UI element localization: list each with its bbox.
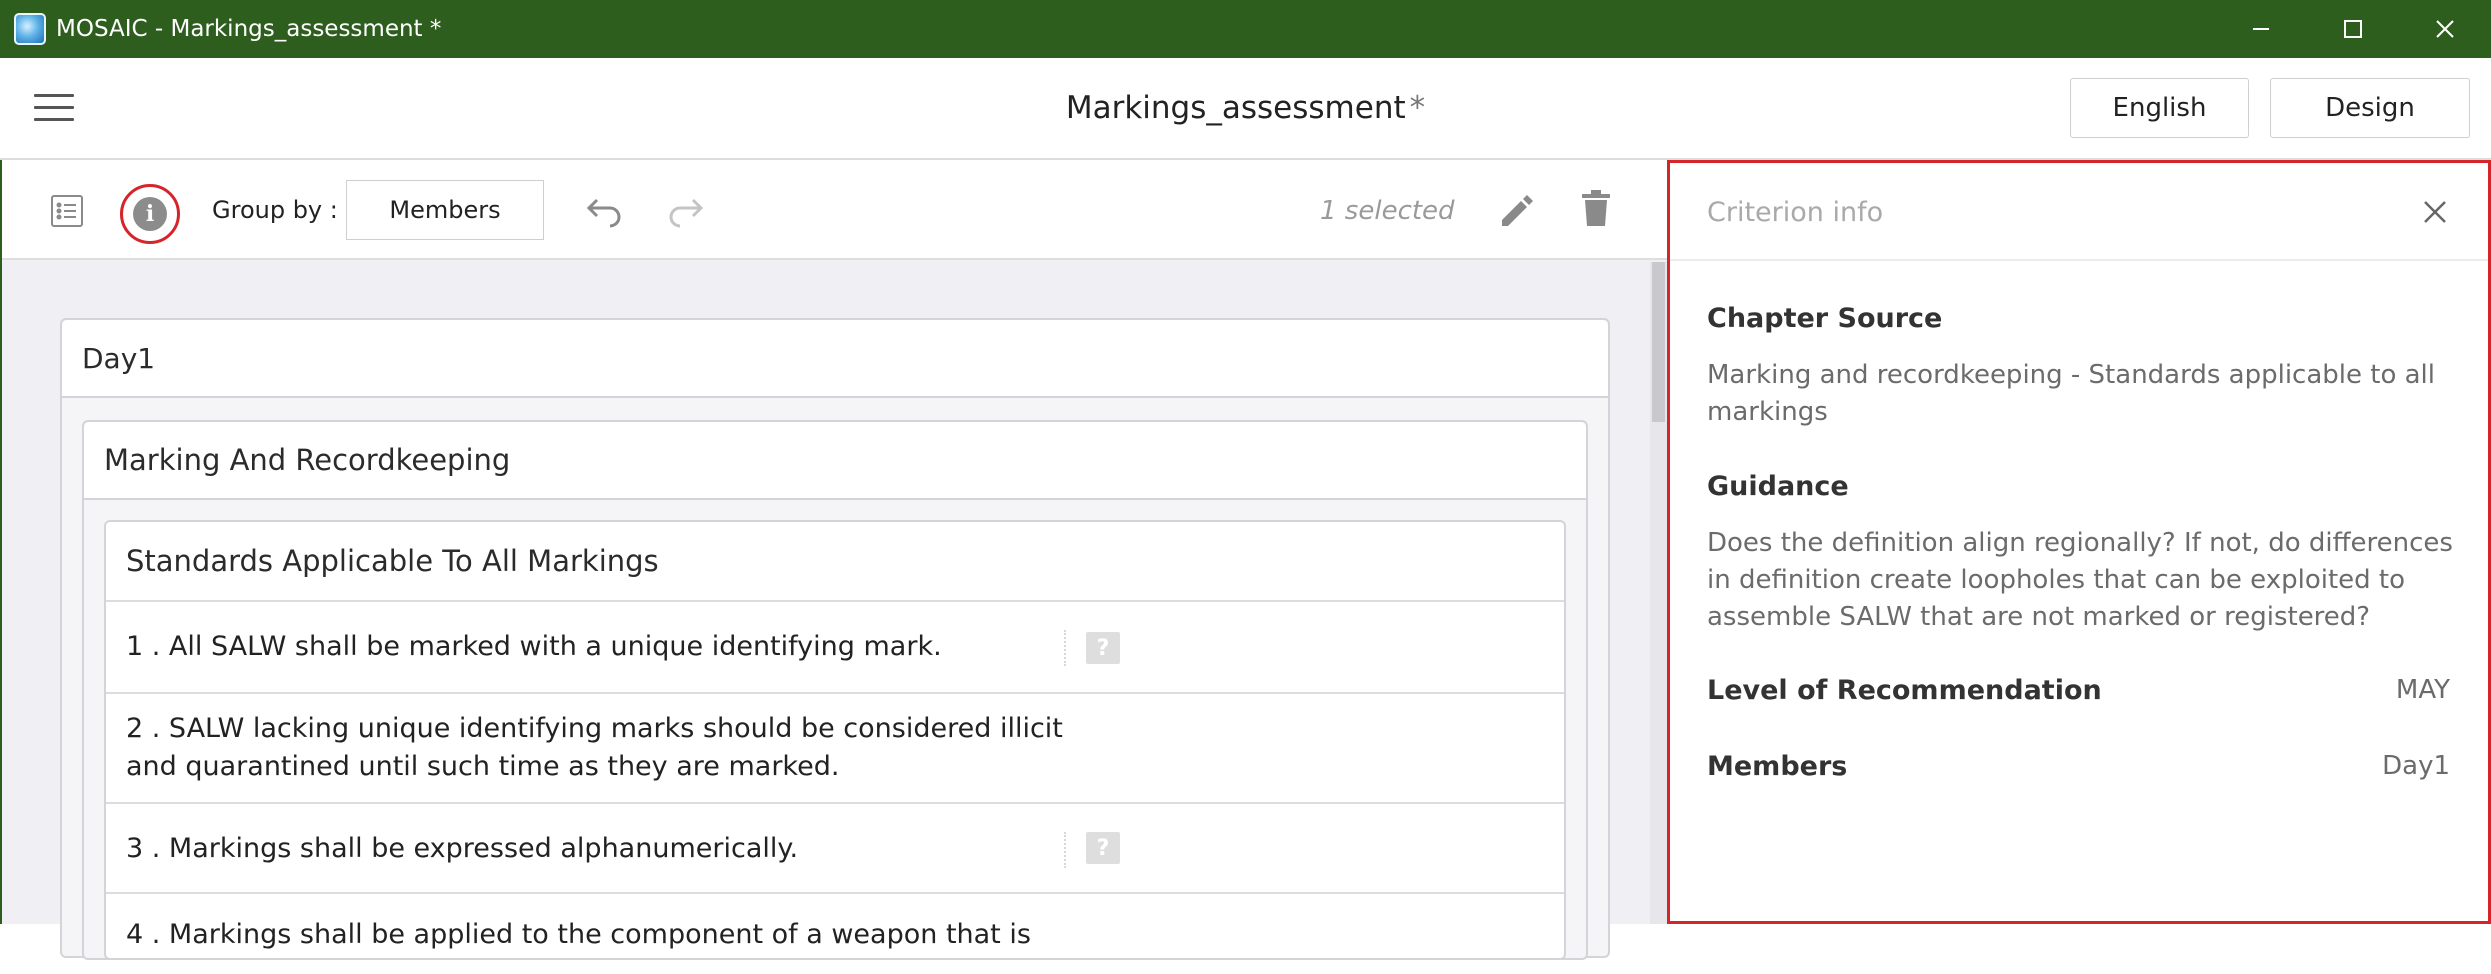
maximize-icon xyxy=(2344,20,2362,38)
standard-title[interactable]: Standards Applicable To All Markings xyxy=(106,522,1564,602)
guidance-label: Guidance xyxy=(1707,471,1849,502)
window-title: MOSAIC - Markings_assessment * xyxy=(56,16,442,42)
chapter-source-label: Chapter Source xyxy=(1707,303,1943,334)
standard-group: Standards Applicable To All Markings 1 .… xyxy=(104,520,1566,960)
document-title-text: Markings_assessment xyxy=(1065,90,1406,126)
chapter-source-text: Marking and recordkeeping - Standards ap… xyxy=(1707,360,2435,427)
level-of-recommendation-value: MAY xyxy=(2395,675,2450,705)
design-mode-button[interactable]: Design xyxy=(2270,78,2470,138)
list-icon[interactable] xyxy=(50,194,84,228)
group-by-label: Group by : xyxy=(212,196,338,224)
criterion-text: 4 . Markings shall be applied to the com… xyxy=(126,919,1031,950)
day-group-title[interactable]: Day1 xyxy=(62,320,1608,398)
info-button[interactable]: i xyxy=(120,184,180,244)
assessment-pane: i Group by : Members 1 selected Day1 Mar… xyxy=(0,160,1667,960)
criterion-row-1[interactable]: 1 . All SALW shall be marked with a uniq… xyxy=(106,602,1564,694)
criterion-row-4[interactable]: 4 . Markings shall be applied to the com… xyxy=(106,894,1564,974)
edit-icon[interactable] xyxy=(1496,190,1536,230)
help-icon[interactable]: ? xyxy=(1086,632,1120,664)
row-divider xyxy=(1064,630,1066,666)
close-icon xyxy=(2436,20,2454,38)
toolbar: i Group by : Members 1 selected xyxy=(2,160,1667,260)
row-divider xyxy=(1064,832,1066,868)
app-header: Markings_assessment * English Design xyxy=(0,58,2491,160)
window-titlebar: MOSAIC - Markings_assessment * xyxy=(0,0,2491,58)
criterion-info-header: Criterion info xyxy=(1670,163,2488,261)
window-controls xyxy=(2215,0,2491,58)
guidance-text: Does the definition align regionally? If… xyxy=(1707,528,2453,632)
members-value: Day1 xyxy=(2382,751,2450,781)
criterion-row-2[interactable]: 2 . SALW lacking unique identifying mark… xyxy=(106,694,1564,804)
maximize-button[interactable] xyxy=(2307,0,2399,58)
close-window-button[interactable] xyxy=(2399,0,2491,58)
help-icon[interactable]: ? xyxy=(1086,832,1120,864)
selected-count: 1 selected xyxy=(1320,196,1455,226)
criterion-text: 1 . All SALW shall be marked with a uniq… xyxy=(126,631,942,662)
scrollbar-thumb[interactable] xyxy=(1652,262,1665,422)
chapter-title[interactable]: Marking And Recordkeeping xyxy=(84,422,1586,500)
app-icon xyxy=(14,13,46,45)
criterion-info-title: Criterion info xyxy=(1707,197,1884,228)
undo-icon[interactable] xyxy=(584,194,624,228)
minimize-button[interactable] xyxy=(2215,0,2307,58)
criterion-text: 3 . Markings shall be expressed alphanum… xyxy=(126,833,799,864)
trash-icon[interactable] xyxy=(1578,188,1614,228)
info-icon: i xyxy=(133,197,167,231)
minimize-icon xyxy=(2253,28,2269,30)
close-icon[interactable] xyxy=(2422,199,2448,225)
modified-marker: * xyxy=(1409,90,1426,126)
criterion-text: 2 . SALW lacking unique identifying mark… xyxy=(126,713,1063,782)
criterion-info-panel: Criterion info Chapter Source Marking an… xyxy=(1667,160,2491,924)
criterion-row-3[interactable]: 3 . Markings shall be expressed alphanum… xyxy=(106,804,1564,894)
redo-icon[interactable] xyxy=(666,194,706,228)
language-button[interactable]: English xyxy=(2070,78,2249,138)
members-label: Members xyxy=(1707,751,1848,782)
group-by-select[interactable]: Members xyxy=(346,180,544,240)
level-of-recommendation-label: Level of Recommendation xyxy=(1707,675,2102,706)
